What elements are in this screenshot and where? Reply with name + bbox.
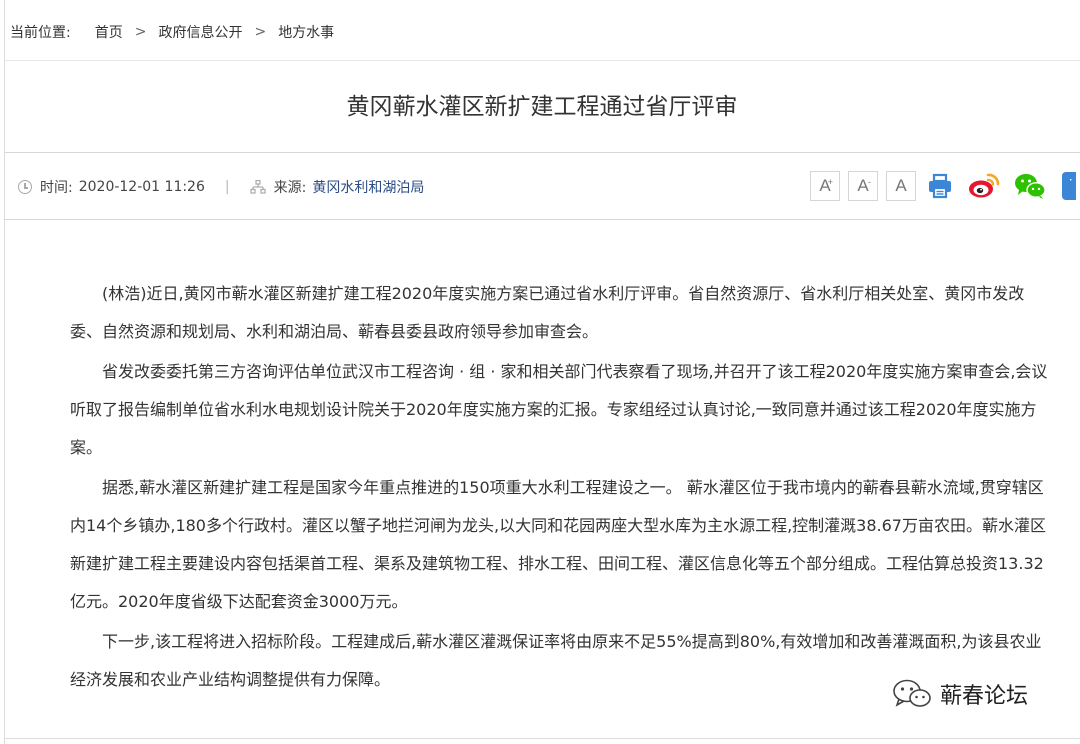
page-bottom-edge <box>4 738 1080 744</box>
breadcrumb-local-water-link[interactable]: 地方水事 <box>278 22 334 42</box>
article-paragraph: 据悉,蕲水灌区新建扩建工程是国家今年重点推进的150项重大水利工程建设之一。 蕲… <box>70 478 1046 611</box>
source-label: 来源: <box>273 180 307 196</box>
font-size-increase-button[interactable]: A + <box>810 171 840 201</box>
breadcrumb-label: 当前位置: <box>10 25 71 41</box>
breadcrumb: 当前位置: 首页 > 政府信息公开 > 地方水事 <box>10 22 334 42</box>
article-paragraph: (林浩)近日,黄冈市蕲水灌区新建扩建工程2020年度实施方案已通过省水利厅评审。… <box>70 284 1025 341</box>
watermark-text: 蕲春论坛 <box>940 684 1029 709</box>
article-meta: 时间: 2020-12-01 11:26 | 来源: 黄冈水利和湖泊局 <box>18 177 424 197</box>
breadcrumb-home-link[interactable]: 首页 <box>95 22 123 42</box>
time-label: 时间: <box>40 180 73 196</box>
article-meta-bar: 时间: 2020-12-01 11:26 | 来源: 黄冈水利和湖泊局 A + … <box>4 152 1080 220</box>
article-body: (林浩)近日,黄冈市蕲水灌区新建扩建工程2020年度实施方案已通过省水利厅评审。… <box>70 275 1055 699</box>
title-area: 黄冈蕲水灌区新扩建工程通过省厅评审 <box>4 60 1080 152</box>
font-increase-mark: + <box>827 177 833 187</box>
breadcrumb-separator: > <box>254 24 267 40</box>
printer-icon[interactable] <box>926 172 954 200</box>
source-value: 黄冈水利和湖泊局 <box>312 180 425 196</box>
article-tools: A + A - A <box>810 171 1076 201</box>
weibo-icon[interactable] <box>968 172 1000 200</box>
article-paragraph: 省发改委委托第三方咨询评估单位武汉市工程咨询 · 组 · 家和相关部门代表察看了… <box>70 362 1048 457</box>
font-size-decrease-button[interactable]: A - <box>848 171 878 201</box>
more-icon[interactable] <box>1062 172 1076 200</box>
watermark: 蕲春论坛 <box>892 678 1028 710</box>
font-size-default-button[interactable]: A <box>886 171 916 201</box>
meta-divider: | <box>224 179 230 195</box>
font-decrease-mark: - <box>868 177 871 187</box>
wechat-icon[interactable] <box>1014 172 1046 200</box>
time-value: 2020-12-01 11:26 <box>78 179 205 195</box>
article-title: 黄冈蕲水灌区新扩建工程通过省厅评审 <box>346 94 738 120</box>
clock-icon <box>18 180 32 194</box>
font-default-glyph: A <box>895 176 907 195</box>
wechat-watermark-icon <box>893 679 931 707</box>
sitemap-icon <box>250 180 266 194</box>
breadcrumb-separator: > <box>134 24 147 40</box>
breadcrumb-gov-info-link[interactable]: 政府信息公开 <box>158 22 242 42</box>
font-decrease-glyph: A <box>857 176 869 195</box>
